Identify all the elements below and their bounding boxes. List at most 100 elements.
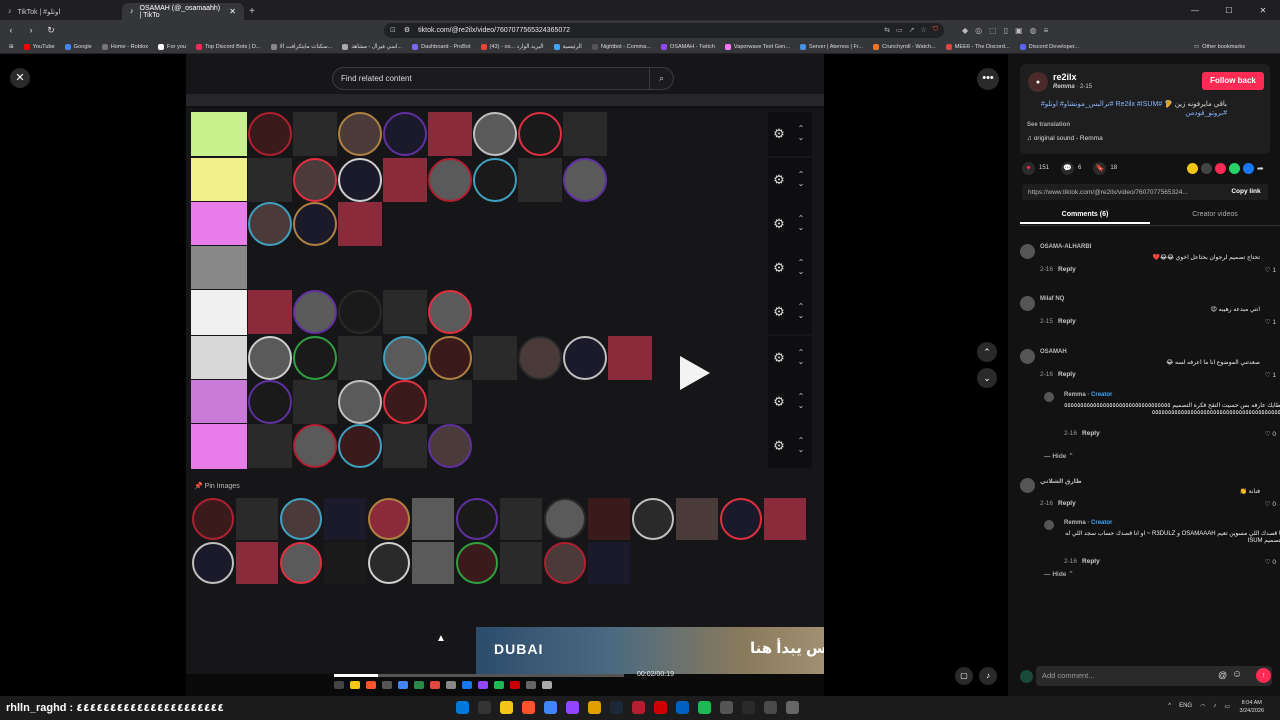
forward-icon[interactable]: ›: [26, 25, 36, 35]
emoji-icon[interactable]: ☺: [1232, 669, 1242, 680]
wifi-icon[interactable]: ◠: [1200, 703, 1205, 710]
other-bookmarks[interactable]: ▭ Other bookmarks: [1189, 44, 1250, 50]
comment-author[interactable]: Remma: [1064, 520, 1086, 526]
bookmark-item[interactable]: Home - Roblox: [97, 43, 153, 50]
reply-button[interactable]: Reply: [1058, 266, 1076, 273]
bookmark-icon[interactable]: 🔖: [1093, 161, 1107, 175]
caption-hashtags-2[interactable]: #بروتو_قودمن: [1185, 110, 1227, 117]
taskbar-app-icon[interactable]: [478, 701, 491, 714]
tab-comments[interactable]: Comments (6): [1020, 206, 1150, 224]
search-input[interactable]: Find related content: [341, 74, 412, 83]
close-video-button[interactable]: ✕: [10, 68, 30, 88]
gear-icon[interactable]: ⚙: [769, 394, 789, 410]
progress-bar[interactable]: [334, 674, 624, 677]
site-info-icon[interactable]: ⚙: [404, 26, 410, 34]
comment-avatar[interactable]: [1044, 520, 1054, 530]
gear-icon[interactable]: ⚙: [769, 172, 789, 188]
original-sound[interactable]: ♫ original sound - Remma: [1027, 135, 1103, 142]
reply-button[interactable]: Reply: [1058, 371, 1076, 378]
discord-icon[interactable]: ◎: [975, 26, 982, 35]
maximize-button[interactable]: ☐: [1212, 6, 1246, 15]
follow-back-button[interactable]: Follow back: [1202, 72, 1264, 90]
gear-icon[interactable]: ⚙: [769, 216, 789, 232]
bookmark-item[interactable]: (43) - os... البريد الوارد: [476, 43, 549, 50]
embed-icon[interactable]: [1201, 162, 1212, 174]
taskbar-app-icon[interactable]: [500, 701, 513, 714]
mention-icon[interactable]: @: [1218, 670, 1227, 680]
comment-author[interactable]: طارق الشلاتي: [1040, 479, 1082, 485]
brave-shield-icon[interactable]: ⛉: [933, 26, 938, 34]
back-icon[interactable]: ‹: [6, 25, 16, 35]
battery-icon[interactable]: ▭: [1224, 703, 1230, 710]
reload-icon[interactable]: ↻: [46, 25, 56, 36]
heart-icon[interactable]: ♥: [1022, 161, 1035, 175]
new-tab-button[interactable]: +: [244, 3, 260, 20]
cast-icon[interactable]: ▭: [896, 26, 903, 34]
chevron-up-icon[interactable]: ^: [1168, 703, 1171, 710]
reorder-chevrons-icon[interactable]: ⌃ ⌄: [796, 124, 806, 142]
system-clock[interactable]: 8:04 AM 3/24/2026: [1240, 699, 1264, 715]
floating-player-icon[interactable]: ▢: [955, 667, 973, 685]
comment-like[interactable]: ♡ 1: [1265, 318, 1276, 326]
minimize-button[interactable]: —: [1178, 6, 1212, 15]
gear-icon[interactable]: ⚙: [769, 438, 789, 454]
taskbar-app-icon[interactable]: [676, 701, 689, 714]
bookmark-item[interactable]: الرئيسية: [549, 43, 587, 50]
video-link-text[interactable]: https://www.tiktok.com/@re2ilx/video/760…: [1028, 189, 1188, 196]
star-icon[interactable]: ☆: [920, 26, 926, 34]
previous-video-button[interactable]: ⌃: [977, 342, 997, 362]
wallet-icon[interactable]: ▣: [1015, 26, 1023, 35]
comment-like[interactable]: ♡ 0: [1265, 558, 1276, 566]
reorder-chevrons-icon[interactable]: ⌃ ⌄: [796, 302, 806, 320]
comment-author[interactable]: Remma: [1064, 392, 1086, 398]
language-indicator[interactable]: ENG: [1179, 703, 1192, 710]
taskbar-app-icon[interactable]: [698, 701, 711, 714]
taskbar-app-icon[interactable]: [632, 701, 645, 714]
reply-button[interactable]: Reply: [1058, 500, 1076, 507]
comment-author[interactable]: OSAMA-ALHARBI: [1040, 244, 1091, 250]
taskbar-app-icon[interactable]: [764, 701, 777, 714]
comment-like[interactable]: ♡ 1: [1265, 371, 1276, 379]
comment-like[interactable]: ♡ 0: [1265, 500, 1276, 508]
taskbar-app-icon[interactable]: [720, 701, 733, 714]
reorder-chevrons-icon[interactable]: ⌃ ⌄: [796, 436, 806, 454]
share-icon[interactable]: ↗: [909, 26, 915, 34]
bookmark-item[interactable]: اسي فيرال - مشاهد...: [337, 43, 407, 50]
reorder-chevrons-icon[interactable]: ⌃ ⌄: [796, 258, 806, 276]
comment-like[interactable]: ♡ 0: [1265, 430, 1276, 438]
whatsapp-icon[interactable]: [1229, 162, 1240, 174]
gear-icon[interactable]: ⚙: [769, 126, 789, 142]
comment-avatar[interactable]: [1020, 349, 1035, 364]
related-search-box[interactable]: Find related content ⌕: [332, 67, 674, 90]
author-username[interactable]: re2ilx: [1053, 72, 1077, 82]
caption-hashtags[interactable]: #Re2ilx #ISUM #ترالبس_مونشاو# اوتلو#: [1041, 101, 1162, 108]
comment-icon[interactable]: 💬: [1061, 161, 1075, 175]
extensions-icon[interactable]: ⬚: [989, 26, 997, 35]
taskbar-app-icon[interactable]: [786, 701, 799, 714]
tab-creator-videos[interactable]: Creator videos: [1150, 206, 1280, 224]
taskbar-app-icon[interactable]: [588, 701, 601, 714]
vpn-icon[interactable]: ◍: [1030, 26, 1037, 35]
send-to-friends-icon[interactable]: [1215, 162, 1226, 174]
share-arrow-icon[interactable]: ➦: [1257, 163, 1268, 174]
more-options-icon[interactable]: •••: [977, 68, 999, 90]
volume-tray-icon[interactable]: ♪: [1213, 703, 1216, 710]
comment-avatar[interactable]: [1020, 244, 1035, 259]
author-avatar[interactable]: ●: [1028, 72, 1048, 92]
menu-icon[interactable]: ≡: [1044, 26, 1049, 35]
comment-author[interactable]: Milaf NQ: [1040, 296, 1064, 302]
bookmark-item[interactable]: Top Discord Bots | D...: [191, 43, 266, 50]
comment-avatar[interactable]: [1020, 478, 1035, 493]
hide-replies-button[interactable]: — Hide ⌃: [1044, 452, 1074, 460]
bookmark-item[interactable]: For you: [153, 43, 191, 50]
bookmark-item[interactable]: YouTube: [19, 43, 60, 50]
taskbar-app-icon[interactable]: [566, 701, 579, 714]
bookmark-item[interactable]: Nightbot - Comma...: [587, 43, 656, 50]
reorder-chevrons-icon[interactable]: ⌃ ⌄: [796, 348, 806, 366]
bookmark-item[interactable]: Google: [60, 43, 97, 50]
hide-replies-button[interactable]: — Hide ⌃: [1044, 570, 1074, 578]
comment-avatar[interactable]: [1020, 296, 1035, 311]
reorder-chevrons-icon[interactable]: ⌃ ⌄: [796, 170, 806, 188]
coin-share-icon[interactable]: [1187, 162, 1198, 174]
gear-icon[interactable]: ⚙: [769, 260, 789, 276]
